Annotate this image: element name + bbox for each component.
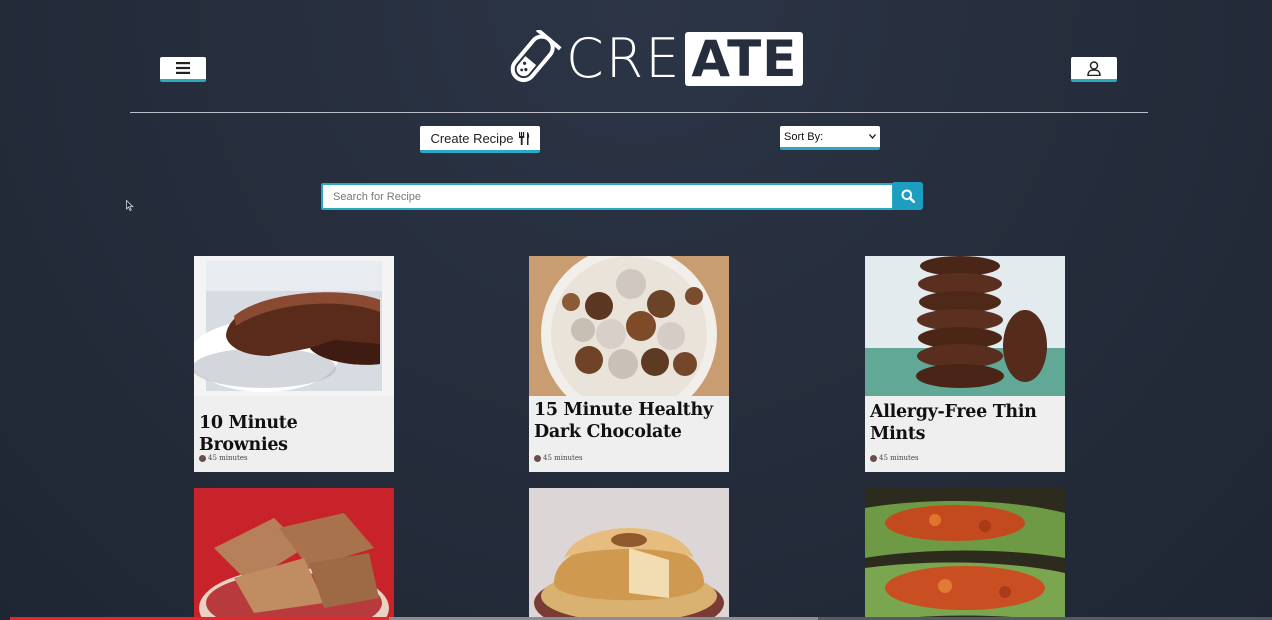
recipe-title: 15 Minute Healthy Dark Chocolate: [534, 400, 713, 442]
recipe-title: 10 Minute Brownies: [199, 413, 298, 455]
recipe-card[interactable]: [865, 488, 1065, 620]
recipe-image-blondies: [194, 488, 394, 620]
search-input[interactable]: Search for Recipe: [321, 183, 894, 210]
recipe-time-label: 45 minutes: [208, 454, 248, 462]
hamburger-menu-icon: [176, 62, 190, 74]
user-account-button[interactable]: [1071, 57, 1117, 82]
recipe-image-thin-mints: [865, 256, 1065, 396]
clock-icon: [534, 454, 541, 462]
recipe-image-chocolate-balls: [529, 256, 729, 396]
recipe-time: 45 minutes: [199, 454, 248, 462]
create-recipe-label: Create Recipe: [430, 130, 514, 146]
recipe-image-lettuce-wraps: [865, 488, 1065, 620]
recipe-image-brownies: [194, 256, 394, 396]
recipe-time-label: 45 minutes: [879, 454, 919, 462]
chevron-down-icon: [869, 134, 876, 139]
recipe-image-bundt-cake: [529, 488, 729, 620]
mouse-cursor-icon: [126, 200, 134, 211]
recipe-card[interactable]: 10 Minute Brownies 45 minutes: [194, 256, 394, 472]
sort-by-select[interactable]: Sort By:: [780, 126, 880, 150]
user-icon: [1087, 60, 1101, 76]
recipe-card[interactable]: Allergy-Free Thin Mints 45 minutes: [865, 256, 1065, 472]
recipe-card[interactable]: [529, 488, 729, 620]
recipe-time: 45 minutes: [870, 454, 919, 462]
create-logo[interactable]: CRE ATE: [494, 27, 804, 90]
logo-text-outline: CRE: [566, 27, 682, 90]
sort-by-selected: Sort By:: [784, 130, 824, 143]
recipe-time-label: 45 minutes: [543, 454, 583, 462]
header-divider: [130, 112, 1148, 113]
recipe-card[interactable]: [194, 488, 394, 620]
search-icon: [901, 189, 915, 203]
recipe-time: 45 minutes: [534, 454, 583, 462]
recipe-title: Allergy-Free Thin Mints: [870, 402, 1037, 444]
create-recipe-button[interactable]: Create Recipe: [420, 126, 540, 153]
search-button[interactable]: [893, 182, 923, 210]
logo-text-filled: ATE: [685, 30, 804, 88]
clock-icon: [199, 454, 206, 462]
menu-button[interactable]: [160, 57, 206, 82]
clock-icon: [870, 454, 877, 462]
recipe-card[interactable]: 15 Minute Healthy Dark Chocolate 45 minu…: [529, 256, 729, 472]
search-placeholder: Search for Recipe: [333, 190, 422, 203]
fork-knife-icon: [518, 131, 529, 145]
test-tube-logo-icon: [510, 30, 562, 83]
